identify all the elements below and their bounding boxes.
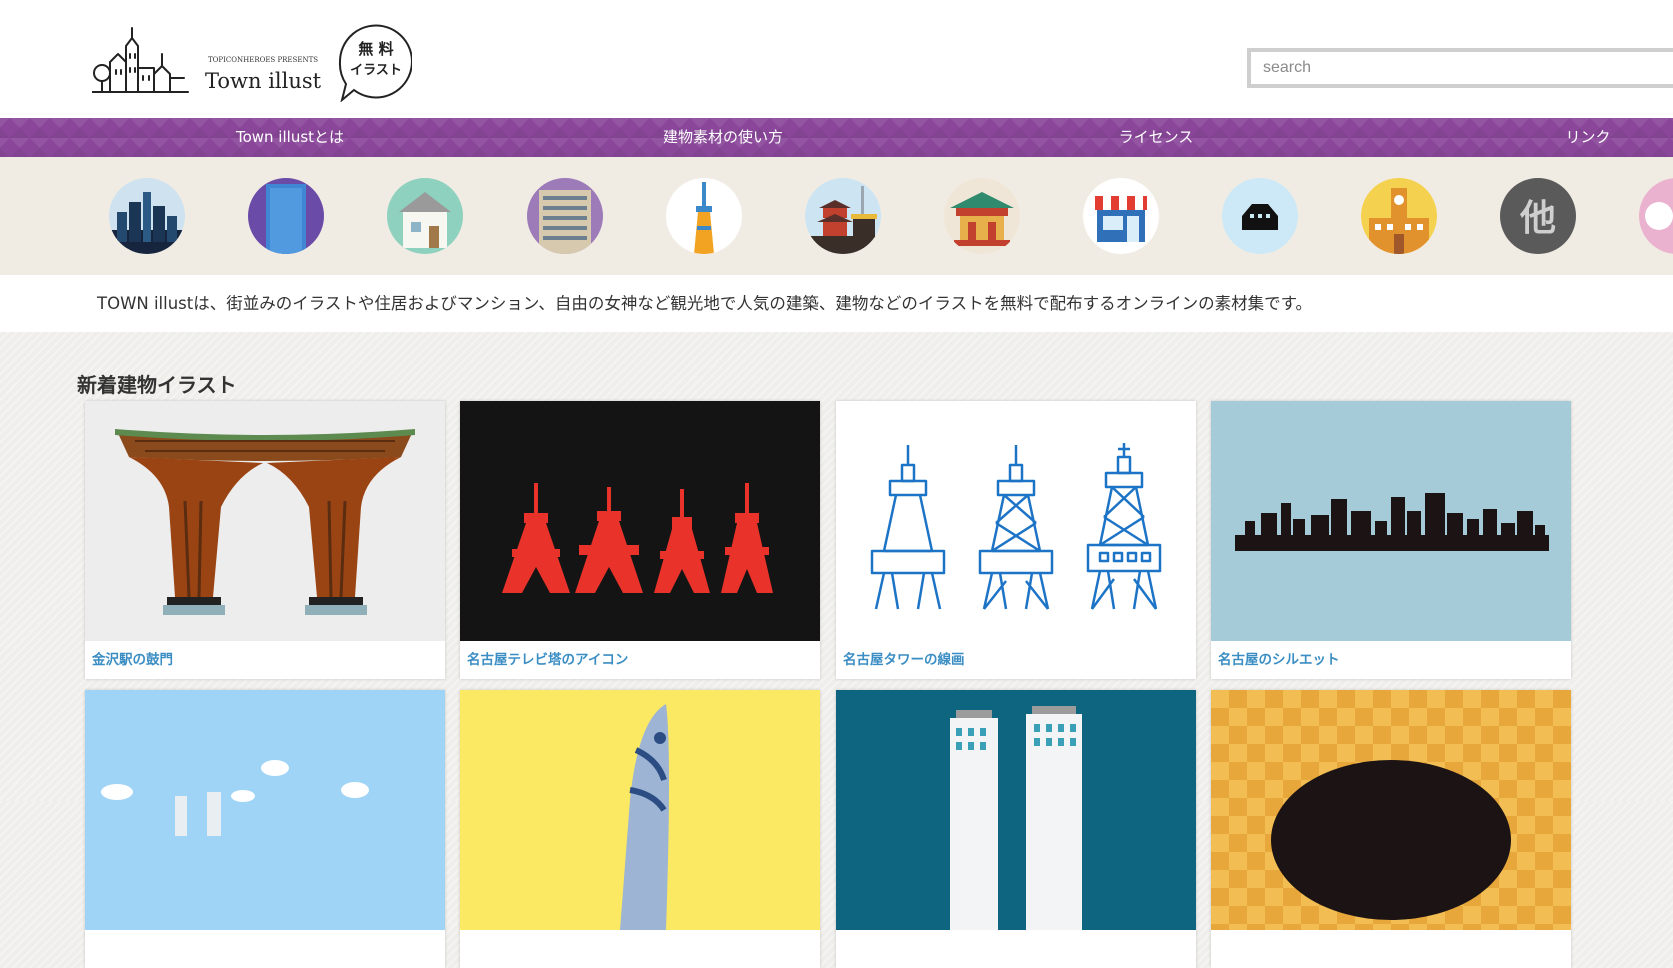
shrine-icon <box>944 178 1020 254</box>
search-input[interactable] <box>1251 52 1673 84</box>
house-icon <box>387 178 463 254</box>
category-shrine[interactable] <box>944 178 1020 254</box>
search-box <box>1247 48 1673 88</box>
nav-about[interactable]: Town illustとは <box>236 118 344 157</box>
badge-illust-text: イラスト <box>350 63 402 78</box>
site-logo[interactable]: TOPICONHEROES PRESENTS Town illust 無 料 イ… <box>91 18 413 106</box>
category-apartment[interactable] <box>527 178 603 254</box>
card-caption[interactable] <box>460 930 820 968</box>
shop-icon <box>1083 178 1159 254</box>
city-skyline-icon <box>109 178 185 254</box>
nagoya-tower-line-art <box>836 401 1196 641</box>
skyline-sky-illustration <box>85 690 445 930</box>
category-shop[interactable] <box>1083 178 1159 254</box>
main-nav: Town illustとは 建物素材の使い方 ライセンス リンク <box>0 118 1673 157</box>
card-caption[interactable]: 名古屋のシルエット <box>1211 641 1571 679</box>
gold-checker-illustration <box>1211 690 1571 930</box>
category-castle[interactable] <box>1222 178 1298 254</box>
category-office[interactable] <box>248 178 324 254</box>
site-description: TOWN illustは、街並みのイラストや住居およびマンション、自由の女神など… <box>0 275 1673 332</box>
card-caption[interactable] <box>1211 930 1571 968</box>
illust-card[interactable]: 金沢駅の鼓門 <box>85 401 445 679</box>
nagoya-tv-tower-icons <box>460 401 820 641</box>
site-header: TOPICONHEROES PRESENTS Town illust 無 料 イ… <box>0 0 1673 118</box>
temple-icon <box>805 178 881 254</box>
nav-usage[interactable]: 建物素材の使い方 <box>663 118 783 157</box>
card-caption[interactable]: 名古屋タワーの線画 <box>836 641 1196 679</box>
category-house[interactable] <box>387 178 463 254</box>
category-temple[interactable] <box>805 178 881 254</box>
office-building-icon <box>248 178 324 254</box>
nav-license[interactable]: ライセンス <box>1119 118 1194 157</box>
section-title: 新着建物イラスト <box>77 373 237 397</box>
card-caption[interactable]: 名古屋テレビ塔のアイコン <box>460 641 820 679</box>
category-more[interactable] <box>1639 178 1673 254</box>
castle-icon <box>1222 178 1298 254</box>
illust-card[interactable]: 名古屋タワーの線画 <box>836 401 1196 679</box>
illust-card[interactable] <box>1211 690 1571 968</box>
free-badge-icon: 無 料 イラスト <box>338 24 413 103</box>
school-icon <box>1361 178 1437 254</box>
more-icon <box>1639 178 1673 254</box>
category-strip: 他 <box>0 157 1673 275</box>
other-icon: 他 <box>1500 178 1576 254</box>
card-caption[interactable] <box>85 930 445 968</box>
badge-free-text: 無 料 <box>358 40 393 58</box>
card-caption[interactable]: 金沢駅の鼓門 <box>85 641 445 679</box>
category-city[interactable] <box>109 178 185 254</box>
card-caption[interactable] <box>836 930 1196 968</box>
spiral-tower-illustration <box>460 690 820 930</box>
category-tower[interactable] <box>666 178 742 254</box>
other-label: 他 <box>1519 198 1556 239</box>
category-other[interactable]: 他 <box>1500 178 1576 254</box>
twin-towers-illustration <box>836 690 1196 930</box>
illust-card[interactable] <box>836 690 1196 968</box>
illust-card[interactable]: 名古屋テレビ塔のアイコン <box>460 401 820 679</box>
illust-card[interactable] <box>85 690 445 968</box>
kanazawa-gate-illustration <box>85 401 445 641</box>
category-school[interactable] <box>1361 178 1437 254</box>
logo-name-text: Town illust <box>205 69 322 93</box>
apartment-icon <box>527 178 603 254</box>
illust-card[interactable] <box>460 690 820 968</box>
illust-card[interactable]: 名古屋のシルエット <box>1211 401 1571 679</box>
nav-links[interactable]: リンク <box>1565 118 1610 157</box>
town-sketch-icon <box>91 27 189 93</box>
tower-icon <box>666 178 742 254</box>
description-text: TOWN illustは、街並みのイラストや住居およびマンション、自由の女神など… <box>97 294 1312 313</box>
logo-presents-text: TOPICONHEROES PRESENTS <box>208 56 318 64</box>
nagoya-silhouette <box>1211 401 1571 641</box>
